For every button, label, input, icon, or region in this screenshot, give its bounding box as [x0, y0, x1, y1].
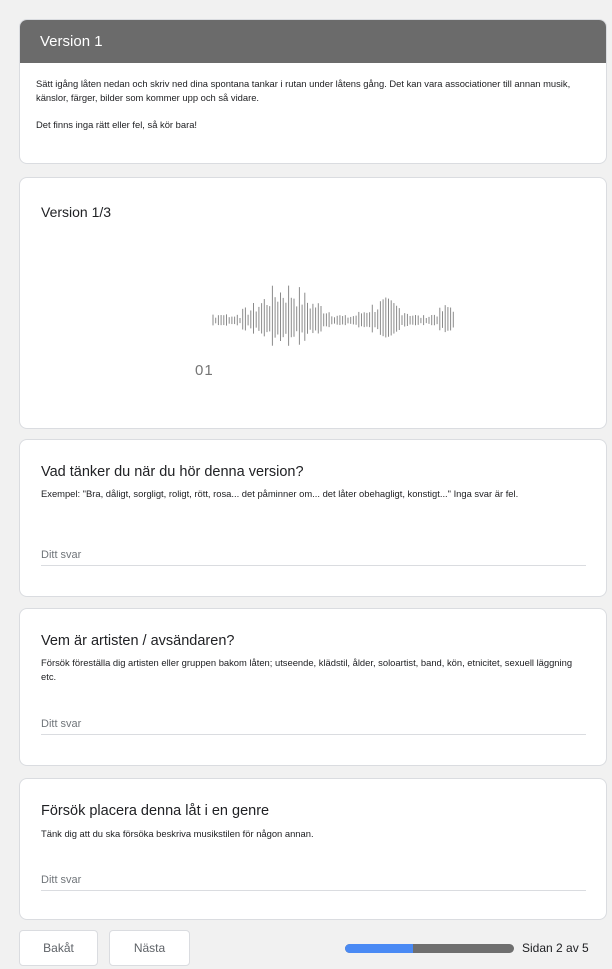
- next-button[interactable]: Nästa: [109, 930, 190, 966]
- question-description: Tänk dig att du ska försöka beskriva mus…: [41, 828, 314, 839]
- section-title: Version 1: [20, 20, 606, 63]
- media-title: Version 1/3: [41, 204, 112, 220]
- instructions-note: Det finns inga rätt eller fel, så kör ba…: [36, 119, 198, 130]
- question-description: Försök föreställa dig artisten eller gru…: [41, 657, 573, 682]
- waveform-label: 01: [195, 362, 214, 379]
- progress-bar: [345, 944, 514, 953]
- question-description: Exempel: "Bra, dåligt, sorgligt, roligt,…: [41, 488, 519, 499]
- media-card: Version 1/3 01: [19, 177, 607, 429]
- instructions-text: Sätt igång låten nedan och skriv ned din…: [36, 78, 571, 103]
- question-card-1: Vad tänker du när du hör denna version? …: [19, 439, 607, 597]
- question-title: Vad tänker du när du hör denna version?: [41, 464, 304, 480]
- back-button[interactable]: Bakåt: [19, 930, 98, 966]
- form-header-card: Version 1 Sätt igång låten nedan och skr…: [19, 19, 607, 164]
- answer-input-3[interactable]: [41, 870, 586, 891]
- section-description: Sätt igång låten nedan och skriv ned din…: [20, 63, 606, 132]
- question-title: Försök placera denna låt i en genre: [41, 803, 270, 819]
- answer-input-1[interactable]: [41, 545, 586, 566]
- answer-input-2[interactable]: [41, 714, 586, 735]
- question-card-2: Vem är artisten / avsändaren? Försök för…: [19, 608, 607, 766]
- question-title: Vem är artisten / avsändaren?: [41, 633, 235, 649]
- audio-waveform-image[interactable]: [191, 281, 461, 361]
- progress-bar-fill: [345, 944, 413, 953]
- page-indicator: Sidan 2 av 5: [522, 941, 589, 955]
- question-card-3: Försök placera denna låt i en genre Tänk…: [19, 778, 607, 920]
